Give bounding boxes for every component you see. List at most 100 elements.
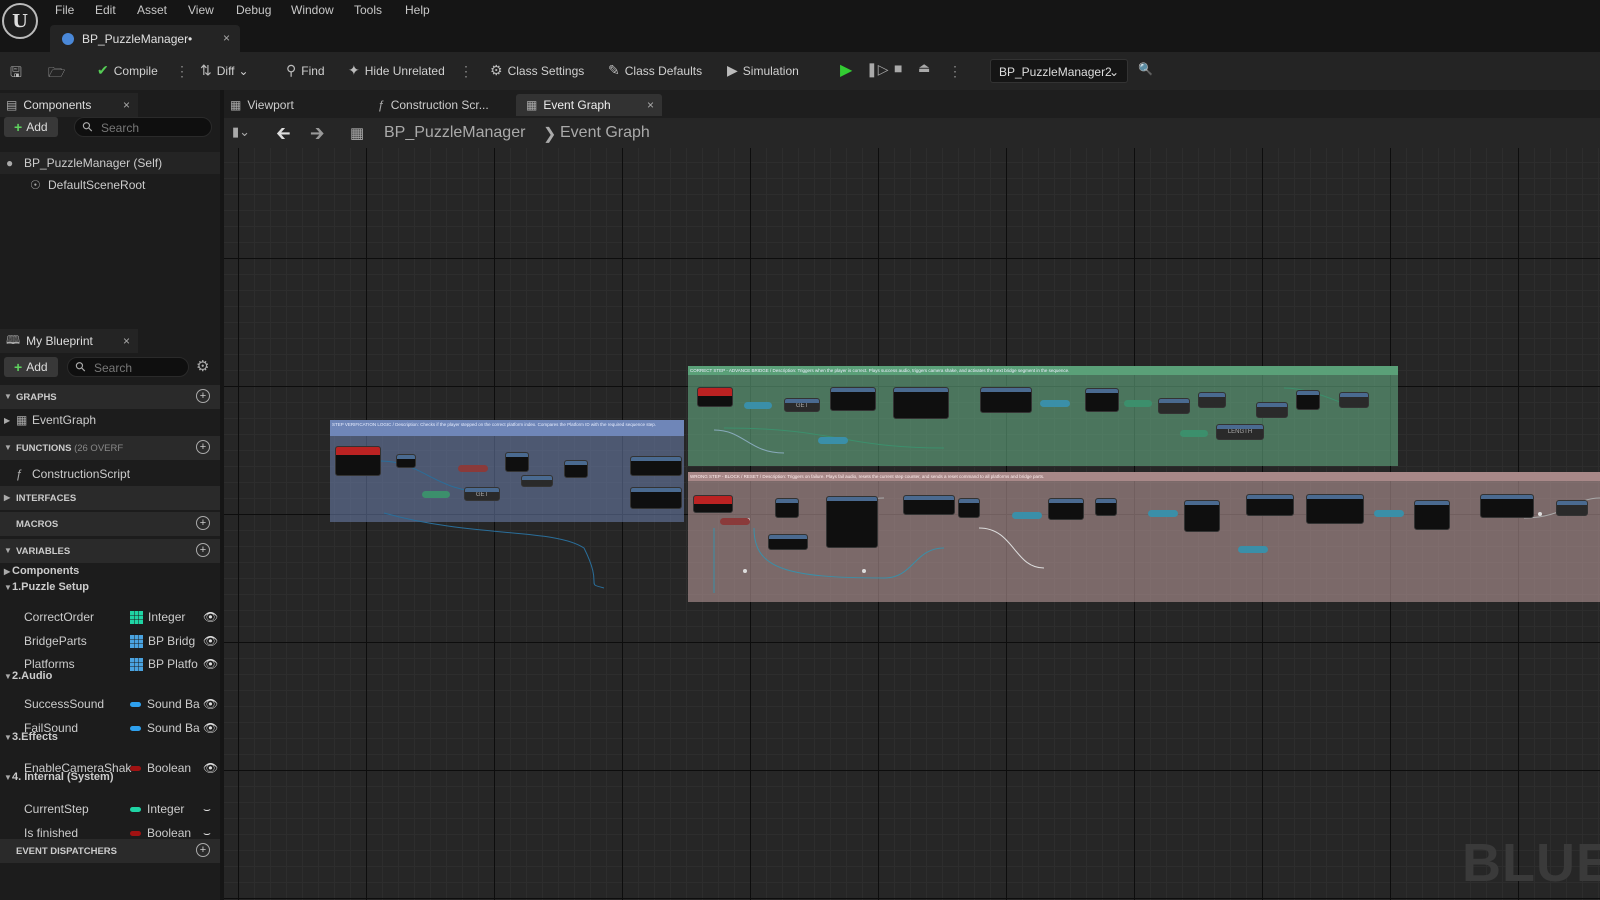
blueprint-node[interactable] <box>1256 402 1288 418</box>
close-tab-icon[interactable]: × <box>223 31 230 45</box>
component-default-scene-root[interactable]: ☉ DefaultSceneRoot <box>0 174 220 196</box>
step-icon[interactable]: ❚▷ <box>866 61 889 78</box>
compile-button[interactable]: ✔ Compile <box>97 62 158 79</box>
visibility-closed-icon[interactable]: ⌣ <box>203 802 211 817</box>
blueprint-node[interactable] <box>1556 500 1588 516</box>
section-graphs[interactable]: ▼ GRAPHS + <box>0 385 220 409</box>
variable-node[interactable] <box>720 518 750 525</box>
play-icon[interactable]: ▶ <box>840 60 852 80</box>
blueprint-node[interactable] <box>630 487 682 509</box>
section-macros[interactable]: MACROS + <box>0 512 220 536</box>
debug-object-dropdown[interactable]: BP_PuzzleManager2 ⌄ <box>990 59 1128 83</box>
blueprint-node[interactable] <box>893 387 949 419</box>
close-tab-icon[interactable]: × <box>647 98 654 112</box>
variable-row[interactable]: Platforms BP Platfo 👁 <box>0 657 220 677</box>
forward-arrow-icon[interactable]: 🡲 <box>310 121 325 151</box>
blueprint-node[interactable] <box>505 452 529 472</box>
hide-unrelated-button[interactable]: ✦ Hide Unrelated <box>348 62 445 79</box>
blueprint-node[interactable] <box>768 534 808 550</box>
blueprint-node[interactable] <box>1414 500 1450 530</box>
menu-help[interactable]: Help <box>405 3 430 17</box>
eject-icon[interactable]: ⏏ <box>918 60 930 76</box>
menu-asset[interactable]: Asset <box>137 3 167 17</box>
blueprint-node[interactable] <box>1246 494 1294 516</box>
close-my-blueprint-icon[interactable]: × <box>123 334 130 348</box>
class-defaults-button[interactable]: ✎ Class Defaults <box>608 62 702 79</box>
menu-debug[interactable]: Debug <box>236 3 271 17</box>
tab-viewport[interactable]: ▦ Viewport <box>230 94 294 116</box>
blueprint-node[interactable] <box>775 498 799 518</box>
variable-node[interactable] <box>818 437 848 444</box>
variable-row[interactable]: BridgeParts BP Bridg 👁 <box>0 634 220 654</box>
simulation-button[interactable]: ▶ Simulation <box>727 62 799 79</box>
get-node-2[interactable]: GET <box>784 398 820 412</box>
my-blueprint-search-input[interactable]: Search <box>67 357 189 377</box>
function-item-constructionscript[interactable]: ƒ ConstructionScript <box>0 467 220 487</box>
visibility-closed-icon[interactable]: ⌣ <box>203 826 211 841</box>
variable-row[interactable]: CorrectOrder Integer 👁 <box>0 610 220 630</box>
add-variable-icon[interactable]: + <box>196 543 210 557</box>
visibility-eye-icon[interactable]: 👁 <box>203 697 218 711</box>
compile-options-icon[interactable]: ⋮ <box>175 64 189 78</box>
blueprint-node[interactable] <box>1198 392 1226 408</box>
blueprint-node[interactable] <box>630 456 682 476</box>
visibility-eye-icon[interactable]: 👁 <box>203 721 218 735</box>
blueprint-node[interactable] <box>1048 498 1084 520</box>
menu-window[interactable]: Window <box>291 3 334 17</box>
breadcrumb-graph[interactable]: Event Graph <box>560 124 650 142</box>
variable-node[interactable] <box>1148 510 1178 517</box>
tab-event-graph[interactable]: ▦ Event Graph × <box>516 94 662 116</box>
components-tab[interactable]: ▤ Components × <box>0 93 138 117</box>
browse-icon[interactable]: 🗁 <box>48 62 70 86</box>
blueprint-node[interactable] <box>564 460 588 478</box>
tab-construction-script[interactable]: ƒ Construction Scr... <box>378 94 489 116</box>
document-tab[interactable]: BP_PuzzleManager• × <box>50 25 240 52</box>
add-macro-icon[interactable]: + <box>196 516 210 530</box>
play-options-icon[interactable]: ⋮ <box>948 64 962 78</box>
blueprint-node[interactable] <box>1306 494 1364 524</box>
visibility-eye-icon[interactable]: 👁 <box>203 761 218 775</box>
unreal-logo-icon[interactable]: U <box>2 3 38 39</box>
diff-button[interactable]: ⇅ Diff ⌄ <box>200 62 249 79</box>
variable-row[interactable]: CurrentStep Integer ⌣ <box>0 802 220 822</box>
graph-item-eventgraph[interactable]: ▶ ▦ EventGraph <box>0 413 220 433</box>
breadcrumb-blueprint[interactable]: BP_PuzzleManager <box>384 124 525 142</box>
blueprint-node[interactable] <box>903 495 955 515</box>
variable-row[interactable]: Is finished Boolean ⌣ <box>0 826 220 846</box>
section-functions[interactable]: ▼ FUNCTIONS (26 OVERF + <box>0 436 220 460</box>
variable-row[interactable]: EnableCameraShak Boolean 👁 <box>0 761 220 781</box>
settings-gear-icon[interactable]: ⚙ <box>196 357 209 375</box>
blueprint-node[interactable] <box>1184 500 1220 532</box>
blueprint-node[interactable] <box>980 387 1032 413</box>
visibility-eye-icon[interactable]: 👁 <box>203 634 218 648</box>
variable-row[interactable]: FailSound Sound Ba 👁 <box>0 721 220 741</box>
debug-filter-icon[interactable]: 🔍 <box>1138 62 1153 76</box>
my-blueprint-tab[interactable]: 🕮 My Blueprint × <box>0 329 138 353</box>
visibility-eye-icon[interactable]: 👁 <box>203 610 218 624</box>
blueprint-node[interactable] <box>1339 392 1369 408</box>
blueprint-node[interactable] <box>697 387 733 407</box>
add-component-button[interactable]: + Add <box>4 117 58 137</box>
menu-tools[interactable]: Tools <box>354 3 382 17</box>
add-graph-icon[interactable]: + <box>196 389 210 403</box>
save-icon[interactable]: 🖫 <box>10 62 27 86</box>
section-variables[interactable]: ▼ VARIABLES + <box>0 539 220 563</box>
back-arrow-icon[interactable]: 🡰 <box>276 121 291 151</box>
blueprint-node[interactable] <box>1085 388 1119 412</box>
blueprint-node[interactable] <box>335 446 381 476</box>
add-member-button[interactable]: + Add <box>4 357 58 377</box>
menu-file[interactable]: File <box>55 3 74 17</box>
blueprint-node[interactable] <box>826 496 878 548</box>
blueprint-node[interactable] <box>1480 494 1534 518</box>
blueprint-node[interactable] <box>396 454 416 468</box>
close-components-icon[interactable]: × <box>123 98 130 112</box>
blueprint-node[interactable] <box>1095 498 1117 516</box>
find-button[interactable]: ⚲ Find <box>286 62 325 79</box>
variable-node[interactable] <box>1040 400 1070 407</box>
variable-node[interactable] <box>422 491 450 498</box>
variable-node[interactable] <box>1180 430 1208 437</box>
variable-row[interactable]: SuccessSound Sound Ba 👁 <box>0 697 220 717</box>
blueprint-node[interactable] <box>830 387 876 411</box>
visibility-eye-icon[interactable]: 👁 <box>203 657 218 671</box>
compare-node[interactable] <box>521 475 553 487</box>
